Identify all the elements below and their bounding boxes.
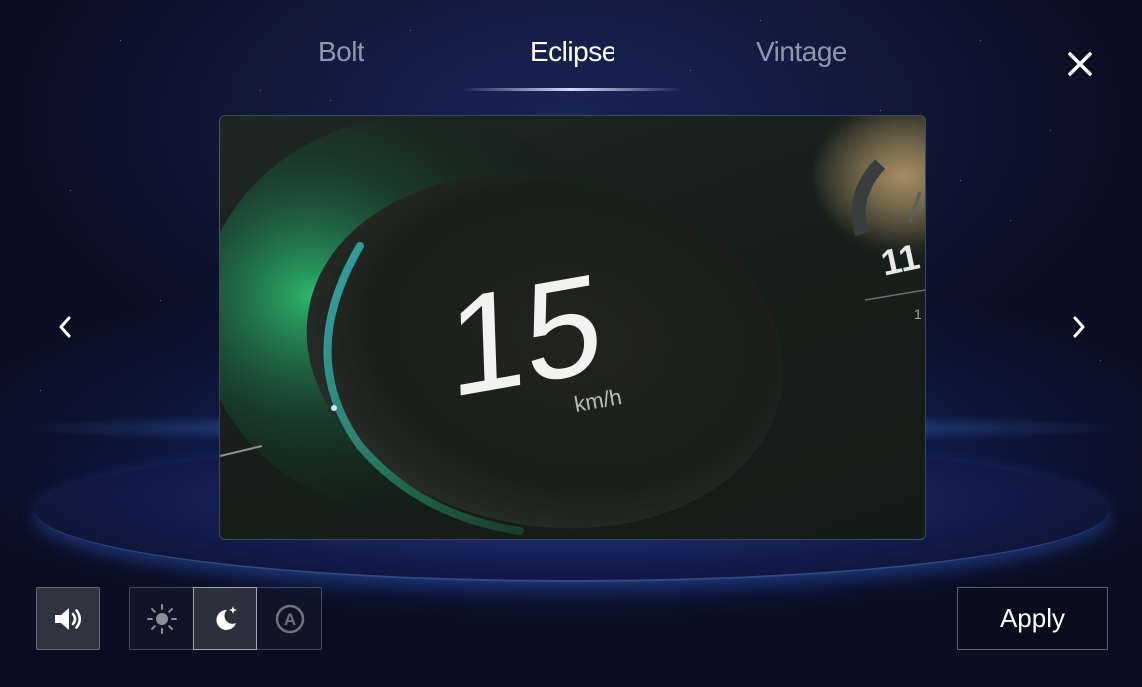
tab-vintage[interactable]: Vintage	[756, 36, 846, 68]
theme-tabs: Bolt Eclipse Vintage	[0, 36, 1142, 96]
active-tab-indicator	[461, 88, 681, 91]
display-mode-group: A	[129, 587, 322, 650]
tab-eclipse[interactable]: Eclipse	[530, 36, 614, 68]
theme-preview: 15 km/h 11 1	[219, 115, 926, 540]
day-mode-button[interactable]	[130, 588, 194, 649]
sound-button[interactable]	[36, 587, 100, 650]
auto-icon: A	[275, 604, 305, 633]
auto-mode-button[interactable]: A	[258, 588, 322, 649]
next-theme-button[interactable]	[1062, 310, 1096, 344]
theme-selector-screen: Bolt Eclipse Vintage 15 km/h 11 1 A Appl…	[0, 0, 1142, 687]
moon-icon	[216, 605, 237, 630]
secondary-gauge-sub: 1	[914, 306, 922, 322]
svg-text:A: A	[284, 610, 296, 629]
chevron-right-icon	[1073, 316, 1085, 338]
speaker-icon	[55, 607, 82, 630]
previous-theme-button[interactable]	[48, 310, 82, 344]
sun-icon	[147, 603, 177, 634]
chevron-left-icon	[59, 316, 71, 338]
speedometer-preview-art: 15 km/h 11 1	[220, 116, 925, 535]
apply-button[interactable]: Apply	[957, 587, 1108, 650]
tab-bolt[interactable]: Bolt	[318, 36, 364, 68]
close-button[interactable]	[1060, 44, 1100, 84]
night-mode-button[interactable]	[193, 587, 257, 650]
close-icon	[1068, 52, 1092, 76]
